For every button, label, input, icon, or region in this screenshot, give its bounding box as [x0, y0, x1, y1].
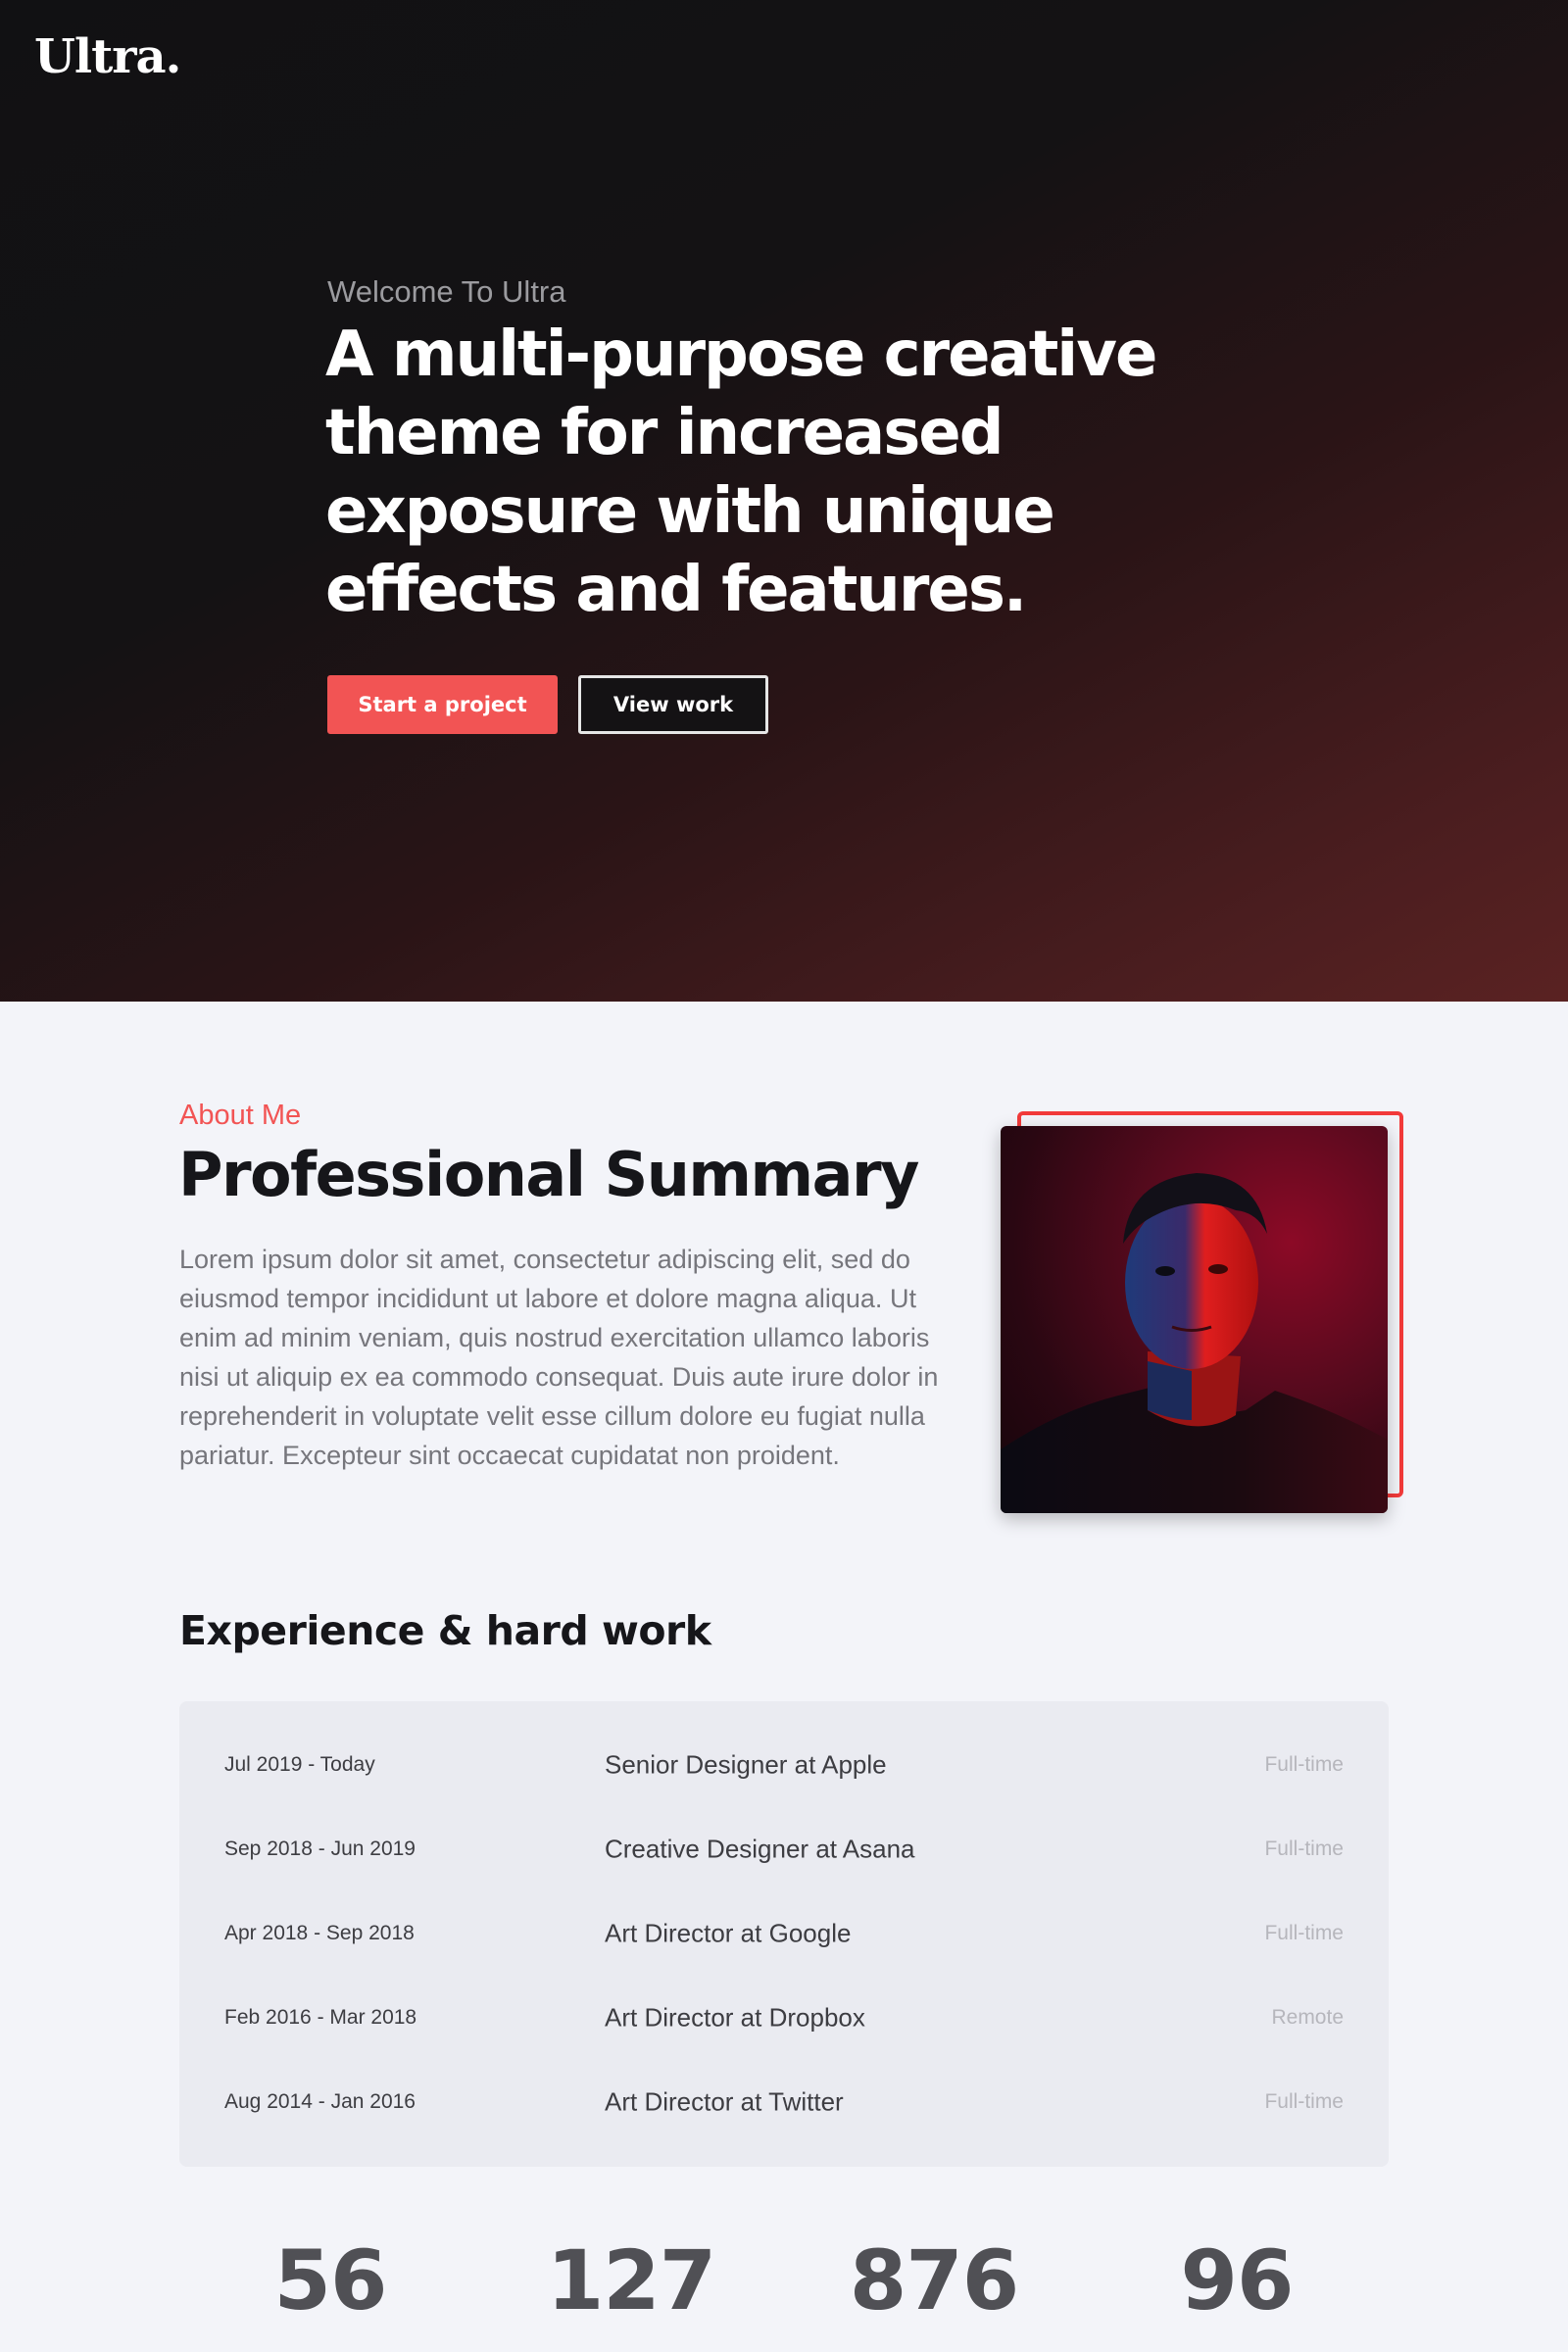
about-body: Lorem ipsum dolor sit amet, consectetur …: [179, 1245, 939, 1470]
portrait-illustration: [1001, 1173, 1388, 1513]
view-work-button[interactable]: View work: [578, 675, 768, 734]
experience-type: Remote: [1271, 2006, 1344, 2029]
portrait-photo: [1001, 1126, 1388, 1513]
stat-value: 96: [1180, 2232, 1295, 2328]
experience-date: Apr 2018 - Sep 2018: [224, 1922, 415, 1944]
experience-date: Aug 2014 - Jan 2016: [224, 2090, 416, 2113]
experience-role: Creative Designer at Asana: [605, 1834, 915, 1864]
experience-role: Art Director at Twitter: [605, 2086, 844, 2117]
experience-date: Sep 2018 - Jun 2019: [224, 1838, 416, 1860]
experience-type: Full-time: [1264, 1922, 1344, 1944]
brand-logo[interactable]: Ultra.: [34, 29, 182, 84]
experience-date: Feb 2016 - Mar 2018: [224, 2006, 417, 2029]
hero-title: A multi-purpose creative theme for incre…: [325, 318, 1157, 626]
stat-value: 56: [273, 2232, 388, 2328]
table-row: Apr 2018 - Sep 2018 Art Director at Goog…: [179, 1891, 1389, 1976]
stat-value: 127: [546, 2232, 716, 2328]
experience-type: Full-time: [1264, 1753, 1344, 1776]
table-row: Jul 2019 - Today Senior Designer at Appl…: [179, 1723, 1389, 1807]
table-row: Aug 2014 - Jan 2016 Art Director at Twit…: [179, 2060, 1389, 2144]
table-row: Feb 2016 - Mar 2018 Art Director at Drop…: [179, 1976, 1389, 2060]
experience-role: Art Director at Dropbox: [605, 2002, 865, 2033]
experience-role: Art Director at Google: [605, 1918, 852, 1948]
experience-table: Jul 2019 - Today Senior Designer at Appl…: [179, 1701, 1389, 2167]
experience-title: Experience & hard work: [179, 1607, 711, 1654]
experience-type: Full-time: [1264, 2090, 1344, 2113]
experience-date: Jul 2019 - Today: [224, 1753, 375, 1776]
hero-eyebrow: Welcome To Ultra: [327, 274, 566, 309]
logo-text: Ultra: [34, 29, 167, 84]
logo-dot: .: [165, 29, 182, 84]
stat-value: 876: [849, 2232, 1019, 2328]
experience-role: Senior Designer at Apple: [605, 1749, 887, 1780]
start-project-button[interactable]: Start a project: [327, 675, 558, 734]
about-title: Professional Summary: [178, 1139, 919, 1210]
experience-type: Full-time: [1264, 1838, 1344, 1860]
about-eyebrow: About Me: [179, 1100, 302, 1131]
table-row: Sep 2018 - Jun 2019 Creative Designer at…: [179, 1807, 1389, 1891]
hero-section: Ultra. Welcome To Ultra A multi-purpose …: [0, 0, 1568, 1002]
